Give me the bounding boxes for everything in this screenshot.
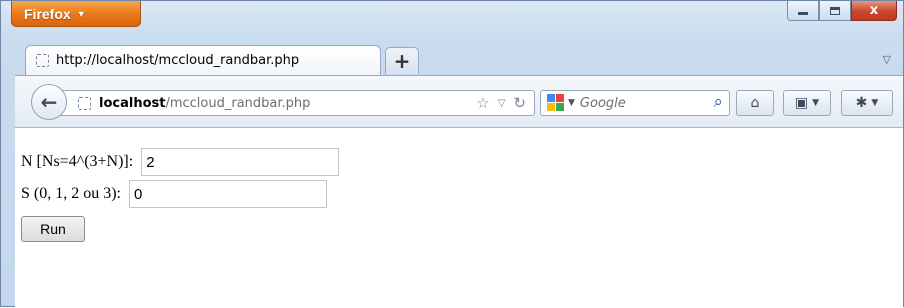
close-icon: x bbox=[869, 3, 879, 18]
home-button[interactable]: ⌂ bbox=[736, 90, 774, 116]
url-bar-icons: ☆ ▽ ↻ bbox=[476, 94, 526, 112]
minimize-button[interactable] bbox=[787, 1, 819, 21]
extension-button[interactable]: ✱ ▼ bbox=[841, 90, 893, 116]
minimize-icon bbox=[798, 12, 808, 15]
chevron-down-icon: ▼ bbox=[812, 98, 820, 108]
tab-active[interactable]: http://localhost/mccloud_randbar.php bbox=[25, 45, 381, 75]
bookmarks-icon: ▣ bbox=[794, 95, 809, 111]
n-row: N [Ns=4^(3+N)]: bbox=[21, 148, 340, 176]
bookmarks-button[interactable]: ▣ ▼ bbox=[783, 90, 831, 116]
google-logo-icon[interactable] bbox=[547, 94, 565, 112]
url-host: localhost bbox=[99, 95, 166, 111]
search-placeholder: Google bbox=[579, 95, 626, 111]
triangle-down-icon: ▽ bbox=[882, 53, 891, 66]
s-row: S (0, 1, 2 ou 3): bbox=[21, 180, 327, 208]
firefox-menu-label: Firefox bbox=[24, 5, 71, 22]
url-path: /mccloud_randbar.php bbox=[165, 95, 311, 111]
search-icon[interactable]: ⌕ bbox=[713, 92, 723, 112]
chevron-down-icon: ▼ bbox=[871, 98, 879, 108]
maximize-button[interactable] bbox=[819, 1, 851, 21]
s-input[interactable] bbox=[129, 180, 327, 208]
page-favicon-icon bbox=[36, 54, 49, 67]
window-controls: x bbox=[787, 1, 897, 21]
browser-window: Firefox ▼ x http://localhost/mccloud_ran… bbox=[0, 0, 904, 308]
n-input[interactable] bbox=[141, 148, 340, 176]
n-label: N [Ns=4^(3+N)]: bbox=[21, 153, 138, 170]
reload-icon[interactable]: ↻ bbox=[513, 94, 526, 112]
bookmark-star-icon[interactable]: ☆ bbox=[476, 94, 489, 112]
tab-title: http://localhost/mccloud_randbar.php bbox=[56, 53, 300, 68]
url-bar[interactable]: localhost/mccloud_randbar.php ☆ ▽ ↻ bbox=[55, 90, 535, 116]
s-label: S (0, 1, 2 ou 3): bbox=[21, 185, 125, 202]
plus-icon: + bbox=[393, 49, 411, 73]
navigation-toolbar: ← localhost/mccloud_randbar.php ☆ ▽ ↻ ▼ … bbox=[15, 75, 903, 128]
site-identity-icon[interactable] bbox=[78, 96, 91, 110]
tab-list-button[interactable]: ▽ bbox=[883, 53, 891, 66]
back-arrow-icon: ← bbox=[40, 90, 58, 114]
close-button[interactable]: x bbox=[851, 1, 897, 21]
search-bar[interactable]: ▼ Google ⌕ bbox=[540, 90, 730, 116]
page-content: N [Ns=4^(3+N)]: S (0, 1, 2 ou 3): Run bbox=[15, 127, 903, 308]
search-engine-dropdown-icon[interactable]: ▼ bbox=[568, 98, 575, 108]
firefox-menu-button[interactable]: Firefox ▼ bbox=[11, 1, 141, 27]
new-tab-button[interactable]: + bbox=[385, 47, 419, 74]
extension-icon: ✱ bbox=[855, 95, 868, 111]
chevron-down-icon: ▼ bbox=[76, 8, 86, 19]
maximize-icon bbox=[830, 6, 840, 15]
back-button[interactable]: ← bbox=[31, 84, 67, 120]
run-button[interactable]: Run bbox=[21, 216, 85, 242]
history-dropdown-icon[interactable]: ▽ bbox=[498, 98, 506, 109]
home-icon: ⌂ bbox=[750, 95, 760, 111]
